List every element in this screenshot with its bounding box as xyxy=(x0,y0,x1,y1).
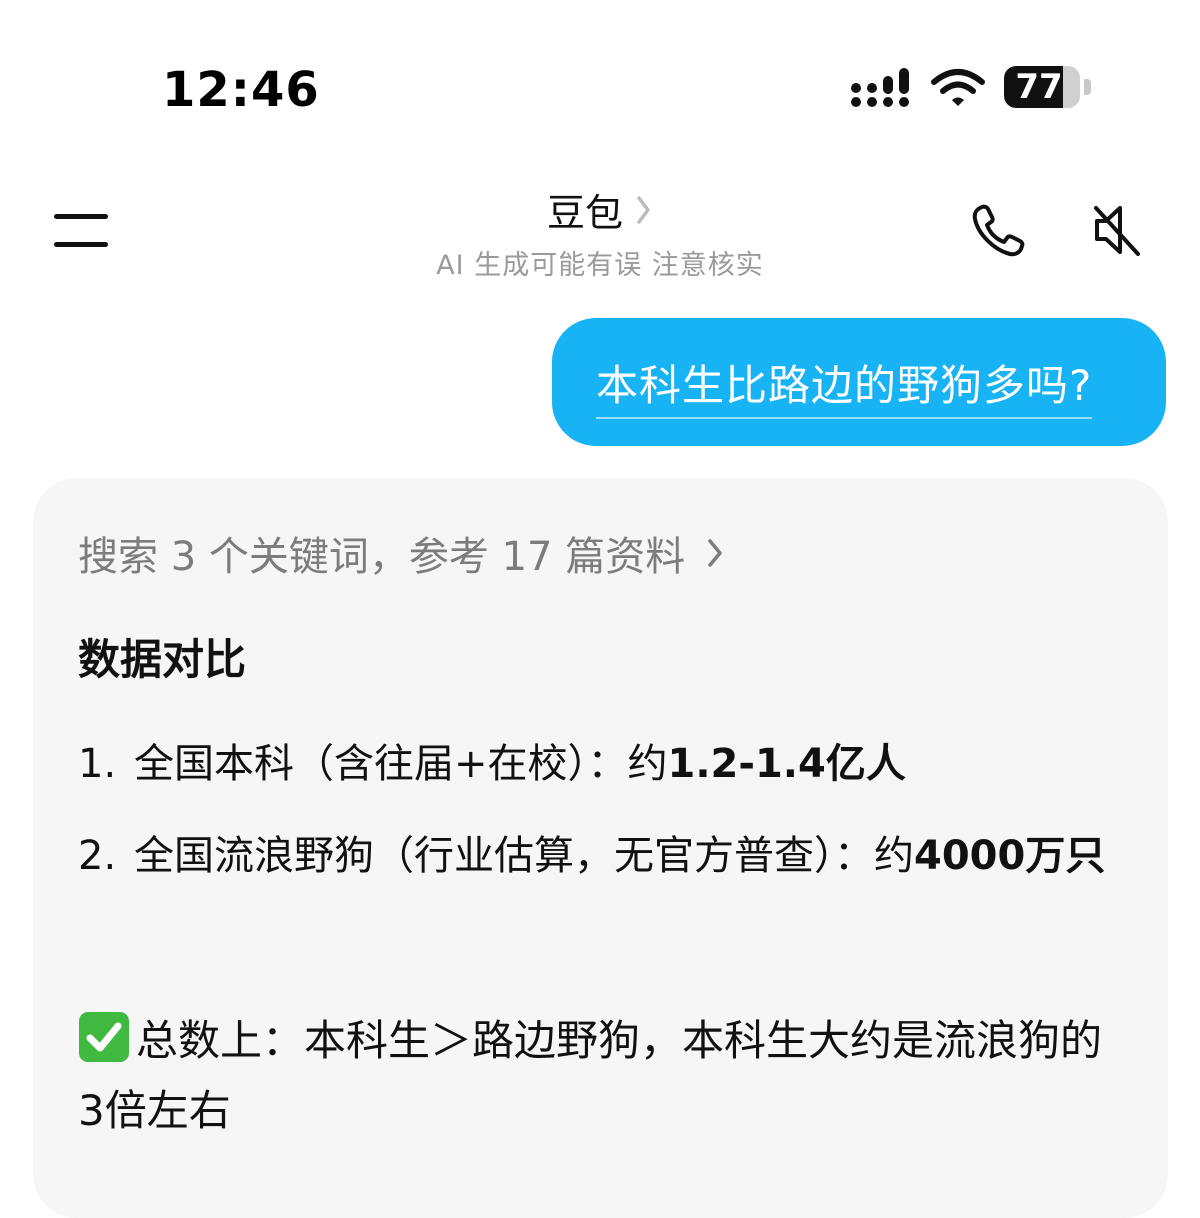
conclusion-paragraph: 总数上：本科生＞路边野狗，本科生大约是流浪狗的3倍左右 xyxy=(78,1006,1128,1146)
chevron-right-icon xyxy=(637,195,650,224)
user-message-bubble[interactable]: 本科生比路边的野狗多吗? xyxy=(552,318,1166,446)
check-mark-button-icon xyxy=(79,1012,129,1062)
list-item-value: 4000万只 xyxy=(914,833,1106,879)
wifi-icon xyxy=(931,69,985,106)
assistant-message-card: 搜索 3 个关键词，参考 17 篇资料 数据对比 1. 全国本科（含往届+在校）… xyxy=(33,478,1168,1218)
search-summary-link[interactable]: 搜索 3 个关键词，参考 17 篇资料 xyxy=(78,524,725,582)
chevron-right-icon xyxy=(708,539,722,567)
list-item-number: 2. xyxy=(78,833,117,879)
list-item-label: 全国本科（含往届+在校）：约 xyxy=(134,741,668,787)
list-item-content: 全国本科（含往届+在校）：约1.2-1.4亿人 xyxy=(78,730,1118,798)
status-bar: 12:46 77 xyxy=(0,0,1200,160)
battery-tip xyxy=(1084,79,1091,95)
cellular-signal-icon xyxy=(851,68,909,107)
header-subtitle: AI 生成可能有误 注意核实 xyxy=(436,250,764,281)
speaker-mute-icon[interactable] xyxy=(1090,202,1144,258)
battery-body: 77 xyxy=(1004,66,1080,108)
menu-icon[interactable] xyxy=(54,208,110,248)
list-item-value: 1.2-1.4亿人 xyxy=(667,741,906,787)
list-item-content: 全国流浪野狗（行业估算，无官方普查）：约4000万只 xyxy=(78,822,1118,890)
header-title: 豆包 xyxy=(546,191,623,235)
list-item-label: 全国流浪野狗（行业估算，无官方普查）：约 xyxy=(134,833,914,879)
user-message-text: 本科生比路边的野狗多吗? xyxy=(596,352,1093,419)
phone-icon[interactable] xyxy=(968,202,1028,262)
battery-indicator: 77 xyxy=(1004,66,1092,110)
search-summary-text: 搜索 3 个关键词，参考 17 篇资料 xyxy=(78,534,686,580)
status-time: 12:46 xyxy=(162,62,320,118)
list-item: 2. 全国流浪野狗（行业估算，无官方普查）：约4000万只 xyxy=(78,822,1118,890)
battery-level: 77 xyxy=(1015,67,1063,107)
list-item: 1. 全国本科（含往届+在校）：约1.2-1.4亿人 xyxy=(78,730,1118,798)
chat-header: 豆包 AI 生成可能有误 注意核实 xyxy=(400,182,800,282)
section-title: 数据对比 xyxy=(78,635,247,684)
list-item-number: 1. xyxy=(78,741,117,787)
header-title-button[interactable]: 豆包 xyxy=(547,182,653,237)
conclusion-text: 总数上：本科生＞路边野狗，本科生大约是流浪狗的3倍左右 xyxy=(78,1016,1103,1135)
